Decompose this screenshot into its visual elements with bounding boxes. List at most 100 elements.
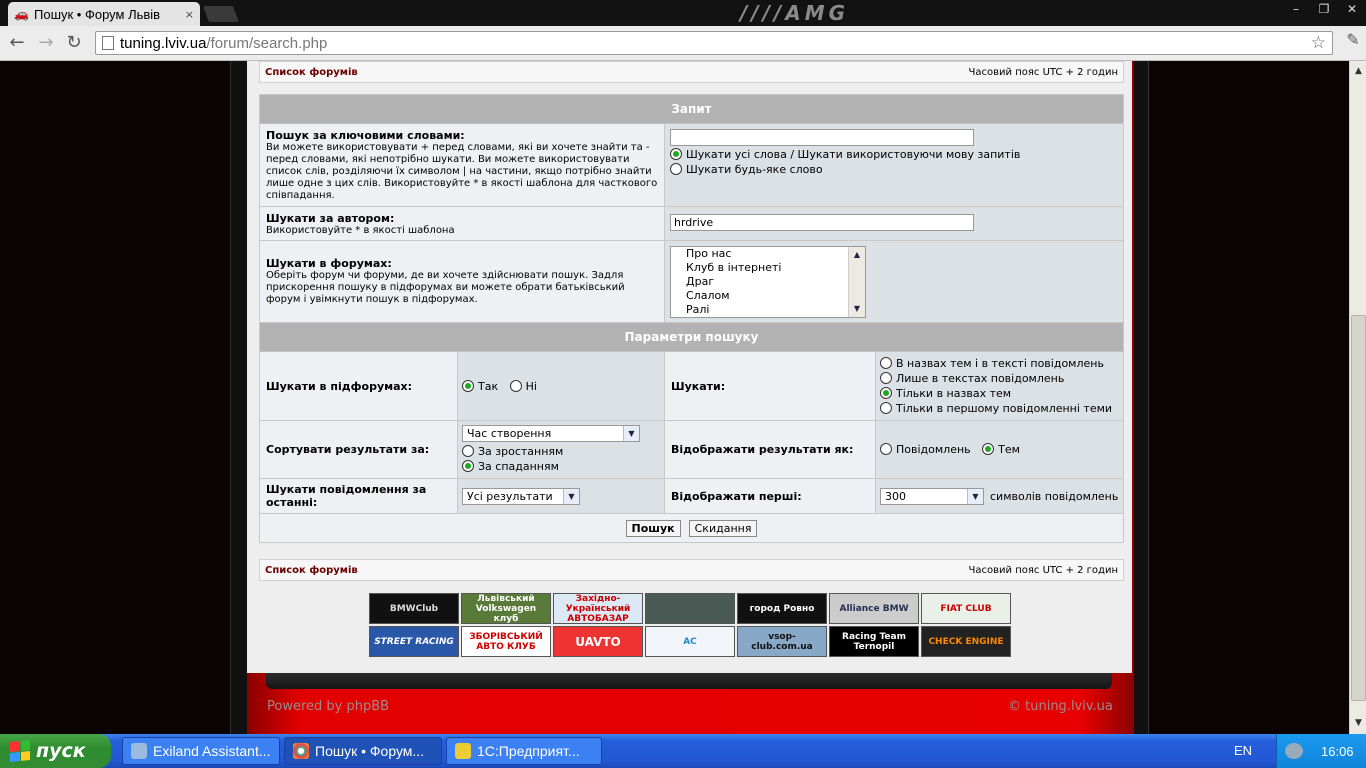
language-indicator[interactable]: EN: [1234, 743, 1252, 758]
reset-button[interactable]: Скидання: [688, 519, 758, 537]
forum-option[interactable]: Клуб в інтернеті: [671, 261, 865, 275]
browser-toolbar: ← → ↻ tuning.lviv.ua /forum/search.php ☆: [0, 26, 1366, 61]
banner-vsop-club[interactable]: vsop-club.com.ua: [737, 626, 827, 657]
bookmark-star-icon[interactable]: ☆: [1311, 33, 1326, 53]
taskbar-item-1c[interactable]: 1С:Предприят...: [446, 737, 602, 765]
scroll-up-icon[interactable]: ▲: [849, 247, 865, 263]
scroll-up-icon[interactable]: ▲: [1351, 63, 1366, 79]
forums-desc: Оберіть форум чи форуми, де ви хочете зд…: [266, 270, 625, 305]
chevron-down-icon[interactable]: ▼: [967, 488, 983, 504]
forward-arrow-icon[interactable]: →: [35, 32, 57, 54]
banner-check-engine[interactable]: CHECK ENGINE: [921, 626, 1011, 657]
forum-option[interactable]: Про нас: [671, 247, 865, 261]
radio-any-word-icon[interactable]: [670, 163, 682, 175]
tray-icon[interactable]: [1285, 743, 1303, 759]
forums-listbox[interactable]: Про нас Клуб в інтернеті Драг Слалом Рал…: [670, 246, 866, 318]
banner-street-racing[interactable]: STREET RACING: [369, 626, 459, 657]
listbox-scrollbar[interactable]: ▲ ▼: [848, 247, 865, 317]
radio-any-word-label: Шукати будь-яке слово: [686, 163, 823, 176]
banner-bmw-alliance[interactable]: Alliance BMW: [829, 593, 919, 624]
search-form: Запит Пошук за ключовими словами: Ви мож…: [259, 94, 1124, 543]
radio-icon[interactable]: [462, 460, 474, 472]
period-select-value: Усі результати: [467, 489, 553, 503]
banner-uavto[interactable]: UAVTO: [553, 626, 643, 657]
system-tray: 16:06: [1276, 734, 1366, 768]
keywords-input[interactable]: [670, 129, 974, 146]
taskbar-item-chrome[interactable]: Пошук • Форум...: [284, 737, 442, 765]
reload-icon[interactable]: ↻: [63, 32, 85, 54]
first-chars-select[interactable]: 300 ▼: [880, 487, 984, 505]
powered-by[interactable]: Powered by phpBB: [267, 699, 389, 714]
radio-text-only[interactable]: Лише в текстах повідомлень: [880, 371, 1119, 386]
clock: 16:06: [1321, 743, 1354, 759]
forum-option[interactable]: Драг: [671, 275, 865, 289]
browser-tab-active[interactable]: 🚗 Пошук • Форум Львів ×: [8, 2, 200, 26]
address-bar[interactable]: tuning.lviv.ua /forum/search.php ☆: [95, 31, 1333, 55]
radio-icon[interactable]: [880, 402, 892, 414]
forum-option[interactable]: Ралі: [671, 303, 865, 317]
back-arrow-icon[interactable]: ←: [6, 32, 28, 54]
radio-topics-icon[interactable]: [982, 443, 995, 455]
banner-volkswagen-club[interactable]: Львівський Volkswagen клуб: [461, 593, 551, 624]
banner-autobazar[interactable]: Західно-Український АВТОБАЗАР: [553, 593, 643, 624]
tab-close-icon[interactable]: ×: [185, 8, 194, 21]
display-label: Відображати результати як:: [665, 421, 876, 478]
forums-label: Шукати в форумах:: [266, 257, 392, 270]
start-button[interactable]: пуск: [0, 734, 111, 768]
radio-icon[interactable]: [880, 387, 892, 399]
url-host: tuning.lviv.ua: [120, 34, 207, 52]
search-button[interactable]: Пошук: [625, 519, 681, 537]
new-tab-button[interactable]: [203, 6, 239, 22]
wrench-menu-icon[interactable]: ✎: [1342, 30, 1364, 52]
banner-fiat-club[interactable]: FIAT CLUB: [921, 593, 1011, 624]
scroll-down-icon[interactable]: ▼: [849, 301, 865, 317]
radio-posts-label: Повідомлень: [896, 443, 971, 456]
sort-select[interactable]: Час створення ▼: [462, 425, 640, 442]
radio-any-word[interactable]: Шукати будь-яке слово: [670, 162, 1118, 177]
forum-option[interactable]: Слалом: [671, 289, 865, 303]
radio-all-words-icon[interactable]: [670, 148, 682, 160]
radio-first-post[interactable]: Тільки в першому повідомленні теми: [880, 401, 1119, 416]
banner-racing-team-ternopil[interactable]: Racing Team Ternopil: [829, 626, 919, 657]
car-favicon-icon: 🚗: [14, 7, 29, 21]
radio-all-words[interactable]: Шукати усі слова / Шукати використовуючи…: [670, 147, 1118, 162]
author-input-cell: [665, 207, 1123, 240]
keywords-row: Пошук за ключовими словами: Ви можете ви…: [260, 124, 1123, 207]
radio-icon[interactable]: [880, 372, 892, 384]
banner-rovno[interactable]: город Ровно: [737, 593, 827, 624]
banner-zboriv-auto-club[interactable]: ЗБОРІВСЬКИЙ АВТО КЛУБ: [461, 626, 551, 657]
display-options: Повідомлень Тем: [876, 421, 1123, 478]
sort-row: Сортувати результати за: Час створення ▼…: [260, 421, 1123, 479]
chevron-down-icon[interactable]: ▼: [623, 426, 639, 441]
chevron-down-icon[interactable]: ▼: [563, 488, 579, 504]
scroll-thumb[interactable]: [1351, 315, 1366, 701]
radio-icon[interactable]: [880, 357, 892, 369]
radio-descending[interactable]: За спаданням: [462, 459, 660, 474]
banner-bmwclub[interactable]: BMWClub: [369, 593, 459, 624]
scroll-thumb[interactable]: [849, 263, 865, 301]
windows-taskbar: пуск Exiland Assistant... Пошук • Форум.…: [0, 734, 1366, 768]
radio-posts-icon[interactable]: [880, 443, 892, 455]
forum-list-link[interactable]: Список форумів: [265, 565, 358, 576]
banner-speedboat[interactable]: [645, 593, 735, 624]
radio-all-words-label: Шукати усі слова / Шукати використовуючи…: [686, 148, 1021, 161]
taskbar-item-exiland[interactable]: Exiland Assistant...: [122, 737, 280, 765]
page-scrollbar[interactable]: ▲ ▼: [1349, 61, 1366, 734]
radio-subforums-yes-icon[interactable]: [462, 379, 474, 392]
author-input[interactable]: [670, 214, 974, 231]
scroll-down-icon[interactable]: ▼: [1351, 715, 1366, 731]
radio-ascending[interactable]: За зростанням: [462, 444, 660, 459]
task-label: 1С:Предприят...: [477, 743, 580, 759]
author-label-cell: Шукати за автором: Використовуйте * в як…: [260, 207, 665, 240]
banner-snowflake-ac[interactable]: AC: [645, 626, 735, 657]
period-select[interactable]: Усі результати ▼: [462, 487, 580, 505]
radio-titles-only[interactable]: Тільки в назвах тем: [880, 386, 1119, 401]
minimize-icon[interactable]: –: [1282, 0, 1310, 18]
amg-theme-logo: ////AMG: [740, 1, 850, 25]
maximize-icon[interactable]: ❐: [1310, 0, 1338, 18]
close-window-icon[interactable]: ✕: [1338, 0, 1366, 18]
radio-subforums-no-icon[interactable]: [509, 379, 522, 392]
radio-titles-and-text[interactable]: В назвах тем і в тексті повідомлень: [880, 356, 1119, 371]
forum-list-link[interactable]: Список форумів: [265, 67, 358, 78]
radio-icon[interactable]: [462, 445, 474, 457]
